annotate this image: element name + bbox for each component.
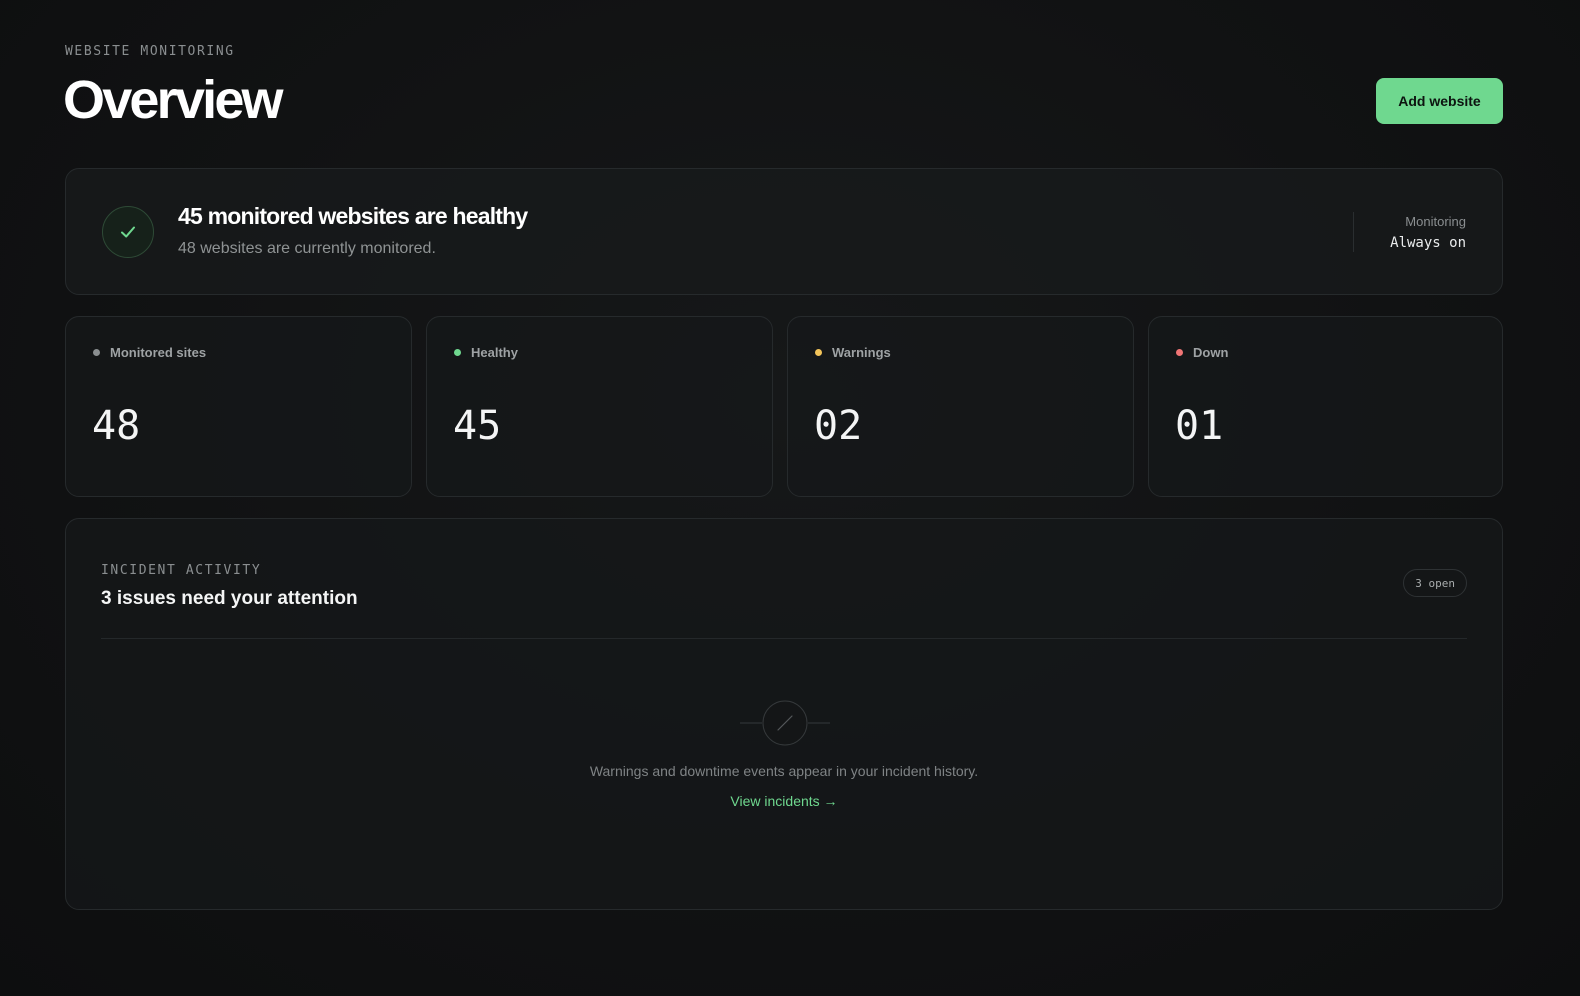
stat-label: Healthy — [471, 345, 518, 360]
stat-card-down: Down 01 — [1148, 316, 1503, 497]
stat-label-row: Warnings — [815, 345, 891, 360]
status-banner: 45 monitored websites are healthy 48 web… — [65, 168, 1503, 295]
monitoring-label: Monitoring — [1405, 214, 1466, 229]
view-incidents-link[interactable]: View incidents → — [66, 793, 1502, 809]
status-dot-icon — [815, 349, 822, 356]
status-dot-icon — [454, 349, 461, 356]
incident-divider — [101, 638, 1467, 639]
stat-label: Monitored sites — [110, 345, 207, 360]
stat-label-row: Healthy — [454, 345, 518, 360]
stat-label: Down — [1193, 345, 1229, 360]
status-dot-icon — [1176, 349, 1183, 356]
monitoring-value: Always on — [1390, 235, 1466, 251]
incident-activity-panel: INCIDENT ACTIVITY 3 issues need your att… — [65, 518, 1503, 910]
page-title: Overview — [63, 70, 284, 130]
incident-eyebrow: INCIDENT ACTIVITY — [101, 563, 262, 578]
open-count-badge: 3 open — [1403, 569, 1467, 597]
incident-title: 3 issues need your attention — [101, 588, 358, 609]
stat-label: Warnings — [832, 345, 891, 360]
banner-divider — [1353, 212, 1354, 252]
stat-label-row: Down — [1176, 345, 1228, 360]
no-incidents-icon — [740, 700, 830, 746]
empty-state-text: Warnings and downtime events appear in y… — [589, 763, 979, 779]
status-title: 45 monitored websites are healthy — [178, 203, 528, 229]
stat-value: 02 — [814, 403, 863, 449]
stat-card-monitored: Monitored sites 48 — [65, 316, 412, 497]
page-eyebrow: WEBSITE MONITORING — [65, 44, 235, 59]
add-website-button[interactable]: Add website — [1376, 78, 1503, 124]
status-dot-icon — [93, 349, 100, 356]
stat-value: 45 — [453, 403, 502, 449]
stat-value: 48 — [92, 403, 141, 449]
stat-card-healthy: Healthy 45 — [426, 316, 773, 497]
check-icon — [102, 206, 154, 258]
stat-label-row: Monitored sites — [93, 345, 206, 360]
status-subtitle: 48 websites are currently monitored. — [178, 240, 436, 257]
stat-card-warnings: Warnings 02 — [787, 316, 1134, 497]
stat-value: 01 — [1175, 403, 1224, 449]
